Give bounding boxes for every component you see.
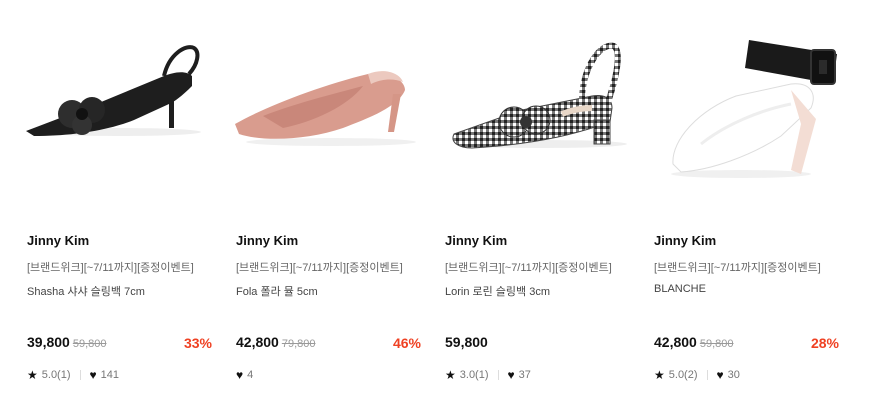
product-image[interactable]: [14, 24, 230, 194]
meta-divider: [706, 370, 708, 380]
star-icon: ★: [445, 368, 456, 382]
brand-name: Jinny Kim: [27, 233, 90, 248]
rating-text: 5.0(1): [41, 369, 71, 381]
product-meta: ★ 3.0(1) ♥ 37: [445, 369, 531, 381]
meta-divider: [79, 370, 81, 380]
like-count: 37: [518, 369, 531, 381]
product-meta: ★ 5.0(1) ♥ 141: [27, 369, 119, 381]
price-row: 59,800: [445, 334, 630, 354]
price-row: 42,800 59,800 28%: [654, 334, 839, 354]
rating-text: 5.0(2): [668, 369, 698, 381]
discount-rate: 28%: [810, 335, 839, 351]
like-count: 30: [727, 369, 740, 381]
brand-name: Jinny Kim: [654, 233, 717, 248]
product-meta: ♥ 4: [236, 369, 253, 381]
sale-price: 39,800: [27, 334, 70, 350]
star-icon: ★: [654, 368, 665, 382]
discount-rate: 33%: [183, 335, 212, 351]
product-card[interactable]: Jinny Kim [브랜드위크][~7/11까지][증정이벤트] Fola 폴…: [231, 0, 431, 405]
product-card[interactable]: Jinny Kim [브랜드위크][~7/11까지][증정이벤트] Shasha…: [22, 0, 222, 405]
like-count: 4: [247, 369, 254, 381]
promo-text: [브랜드위크][~7/11까지][증정이벤트]: [445, 262, 612, 274]
product-name[interactable]: Lorin 로린 슬링백 3cm: [445, 283, 550, 299]
like-count: 141: [100, 369, 119, 381]
promo-text: [브랜드위크][~7/11까지][증정이벤트]: [654, 262, 821, 274]
product-name[interactable]: Fola 폴라 뮬 5cm: [236, 283, 318, 299]
product-image[interactable]: [641, 24, 857, 194]
heart-icon[interactable]: ♥: [717, 369, 724, 381]
original-price: 59,800: [72, 338, 107, 350]
product-image[interactable]: [432, 24, 648, 194]
price-row: 39,800 59,800 33%: [27, 334, 212, 354]
sale-price: 42,800: [654, 334, 697, 350]
rating-text: 3.0(1): [459, 369, 489, 381]
heart-icon[interactable]: ♥: [236, 369, 243, 381]
product-name[interactable]: BLANCHE: [654, 283, 706, 295]
promo-text: [브랜드위크][~7/11까지][증정이벤트]: [27, 262, 194, 274]
heart-icon[interactable]: ♥: [90, 369, 97, 381]
price-row: 42,800 79,800 46%: [236, 334, 421, 354]
discount-rate: 46%: [392, 335, 421, 351]
original-price: 59,800: [699, 338, 734, 350]
product-card[interactable]: Jinny Kim [브랜드위크][~7/11까지][증정이벤트] Lorin …: [440, 0, 640, 405]
product-meta: ★ 5.0(2) ♥ 30: [654, 369, 740, 381]
product-image[interactable]: [223, 24, 439, 194]
brand-name: Jinny Kim: [445, 233, 508, 248]
promo-text: [브랜드위크][~7/11까지][증정이벤트]: [236, 262, 403, 274]
product-grid: Jinny Kim [브랜드위크][~7/11까지][증정이벤트] Shasha…: [0, 0, 878, 405]
original-price: 79,800: [281, 338, 316, 350]
product-name[interactable]: Shasha 샤샤 슬링백 7cm: [27, 283, 145, 299]
brand-name: Jinny Kim: [236, 233, 299, 248]
heart-icon[interactable]: ♥: [508, 369, 515, 381]
star-icon: ★: [27, 368, 38, 382]
sale-price: 59,800: [445, 334, 488, 350]
product-card[interactable]: Jinny Kim [브랜드위크][~7/11까지][증정이벤트] BLANCH…: [649, 0, 849, 405]
sale-price: 42,800: [236, 334, 279, 350]
meta-divider: [497, 370, 499, 380]
